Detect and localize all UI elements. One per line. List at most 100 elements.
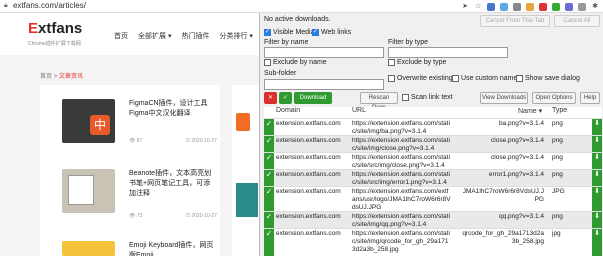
row-name: ba.png?v=3.1.4 [499, 120, 544, 127]
check-icon[interactable]: ✓ [264, 229, 274, 256]
site-nav: 首页 全部扩展 ▾ 热门插件 分类排行 ▾ [114, 31, 253, 41]
check-icon[interactable]: ✓ [264, 187, 274, 211]
extension-icon[interactable] [578, 2, 586, 11]
table-row[interactable]: ✓ extension.extfans.com https://extensio… [264, 169, 602, 186]
extension-icon[interactable] [565, 2, 573, 11]
nav-item-rankings[interactable]: 分类排行 ▾ [219, 31, 252, 41]
column-header-url[interactable]: URL [352, 107, 366, 117]
row-domain: extension.extfans.com [276, 213, 341, 220]
filter-name-input[interactable] [264, 47, 384, 58]
exclude-type-checkbox[interactable]: Exclude by type [388, 59, 446, 66]
results-table: Domain URL Name ▾ Type ✓ extension.extfa… [264, 107, 602, 256]
open-options-button[interactable]: Open Options [532, 92, 576, 104]
column-header-domain[interactable]: Domain [276, 107, 300, 117]
row-domain: extension.extfans.com [276, 171, 341, 178]
extension-icon[interactable] [539, 2, 547, 11]
row-name: qq.png?v=3.1.4 [499, 213, 544, 220]
status-text: No active downloads. [264, 16, 331, 23]
row-url[interactable]: https://extension.extfans.com/static/sit… [352, 120, 452, 136]
row-url[interactable]: https://extension.extfans.com/extfans/us… [352, 188, 452, 212]
extension-icon[interactable] [513, 2, 521, 11]
download-button[interactable]: Download [294, 92, 332, 104]
extension-icon[interactable] [526, 2, 534, 11]
article-title[interactable]: FigmaCN插件，设计工具Figma中文汉化翻译 [129, 99, 217, 119]
check-icon[interactable]: ✓ [264, 170, 274, 186]
visible-media-checkbox[interactable]: ✓ Visible Media [264, 29, 315, 36]
article-thumbnail[interactable]: 中 [62, 99, 115, 143]
row-type: png [552, 120, 563, 127]
table-row[interactable]: ✓ extension.extfans.com https://extensio… [264, 152, 602, 169]
breadcrumb-home[interactable]: 首页 [40, 74, 52, 80]
exclude-name-checkbox[interactable]: Exclude by name [264, 59, 327, 66]
check-icon[interactable]: ✓ [264, 212, 274, 228]
rescan-page-button[interactable]: Rescan Page [360, 92, 398, 111]
table-row[interactable]: ✓ extension.extfans.com https://extensio… [264, 118, 602, 135]
extension-icon[interactable] [487, 2, 495, 11]
view-downloads-button[interactable]: View Downloads [480, 92, 528, 104]
extension-icon[interactable] [552, 2, 560, 11]
download-icon[interactable]: ⬇ [592, 136, 602, 152]
cancel-from-tab-button[interactable]: Cancel From This Tab [480, 15, 550, 27]
close-icon[interactable]: ✕ [264, 92, 277, 104]
column-header-name[interactable]: Name ▾ [518, 107, 542, 117]
use-custom-name-checkbox[interactable]: Use custom name [452, 75, 517, 82]
url-text[interactable]: extfans.com/articles/ [13, 1, 86, 10]
help-button[interactable]: Help [580, 92, 600, 104]
article-title[interactable]: Emoji Keyboard插件，网页版Emoji... [129, 241, 217, 256]
extension-icon[interactable] [500, 2, 508, 11]
web-links-checkbox[interactable]: ✓ Web links [312, 29, 351, 36]
download-icon[interactable]: ⬇ [592, 170, 602, 186]
article-title[interactable]: Beanote插件，文本高亮划书笔+网页笔记工具，可添加注释 [129, 169, 217, 199]
nav-item-home[interactable]: 首页 [114, 31, 128, 41]
table-row[interactable]: ✓ extension.extfans.com https://extensio… [264, 186, 602, 211]
check-icon[interactable]: ✓ [264, 119, 274, 135]
row-url[interactable]: https://extension.extfans.com/static/sit… [352, 230, 452, 254]
download-icon[interactable]: ⬇ [592, 212, 602, 228]
article-views: 👁︎ 73 [129, 213, 143, 219]
table-row[interactable]: ✓ extension.extfans.com https://extensio… [264, 135, 602, 152]
download-manager-popup: No active downloads. Cancel From This Ta… [259, 13, 603, 256]
article-thumbnail[interactable] [62, 241, 115, 256]
row-type: jpg [552, 230, 561, 237]
logo-subtitle: Chrome插件扩展下载网 [28, 41, 81, 47]
download-icon[interactable]: ⬇ [592, 153, 602, 169]
star-icon[interactable]: ☆ [474, 3, 482, 11]
arrow-extension-icon[interactable]: ➤ [461, 3, 469, 11]
nav-item-all-extensions[interactable]: 全部扩展 ▾ [138, 31, 171, 41]
select-all-check-icon[interactable]: ✓ [279, 92, 292, 104]
row-domain: extension.extfans.com [276, 230, 341, 237]
article-thumbnail[interactable] [62, 169, 115, 213]
download-icon[interactable]: ⬇ [592, 229, 602, 256]
article-date: 🕓︎ 2020-10-27 [186, 213, 217, 219]
row-url[interactable]: https://extension.extfans.com/static/sit… [352, 137, 452, 153]
puzzle-icon[interactable]: ✱ [591, 3, 599, 11]
check-icon[interactable]: ✓ [264, 136, 274, 152]
row-domain: extension.extfans.com [276, 120, 341, 127]
row-url[interactable]: https://extension.extfans.com/static/sit… [352, 213, 452, 229]
column-header-type[interactable]: Type [552, 107, 567, 117]
row-url[interactable]: https://extension.extfans.com/static/sit… [352, 154, 452, 170]
download-icon[interactable]: ⬇ [592, 187, 602, 211]
subfolder-input[interactable] [264, 79, 384, 90]
article-list-2 [232, 85, 262, 256]
row-type: png [552, 154, 563, 161]
cancel-all-button[interactable]: Cancel All [554, 15, 600, 27]
row-domain: extension.extfans.com [276, 154, 341, 161]
table-row[interactable]: ✓ extension.extfans.com https://extensio… [264, 228, 602, 256]
row-url[interactable]: https://extension.extfans.com/static/sit… [352, 171, 452, 187]
nav-item-popular[interactable]: 热门插件 [181, 31, 209, 41]
filter-type-input[interactable] [388, 47, 508, 58]
scan-link-text-checkbox[interactable]: Scan link text [402, 94, 453, 101]
shopping-bag-icon[interactable] [236, 113, 250, 131]
filter-type-label: Filter by type [388, 39, 429, 46]
row-name: close.png?v=3.1.4 [491, 137, 544, 144]
download-icon[interactable]: ⬇ [592, 119, 602, 135]
site-logo[interactable]: Extfans [28, 20, 82, 37]
overwrite-existing-checkbox[interactable]: Overwrite existing [388, 75, 453, 82]
browser-url-bar[interactable]: 🔒︎ extfans.com/articles/ ➤ ☆ ✱ [0, 0, 603, 13]
article-thumbnail[interactable] [236, 183, 258, 217]
show-save-dialog-checkbox[interactable]: Show save dialog [516, 75, 580, 82]
table-row[interactable]: ✓ extension.extfans.com https://extensio… [264, 211, 602, 228]
row-name: close.png?v=3.1.4 [491, 154, 544, 161]
check-icon[interactable]: ✓ [264, 153, 274, 169]
